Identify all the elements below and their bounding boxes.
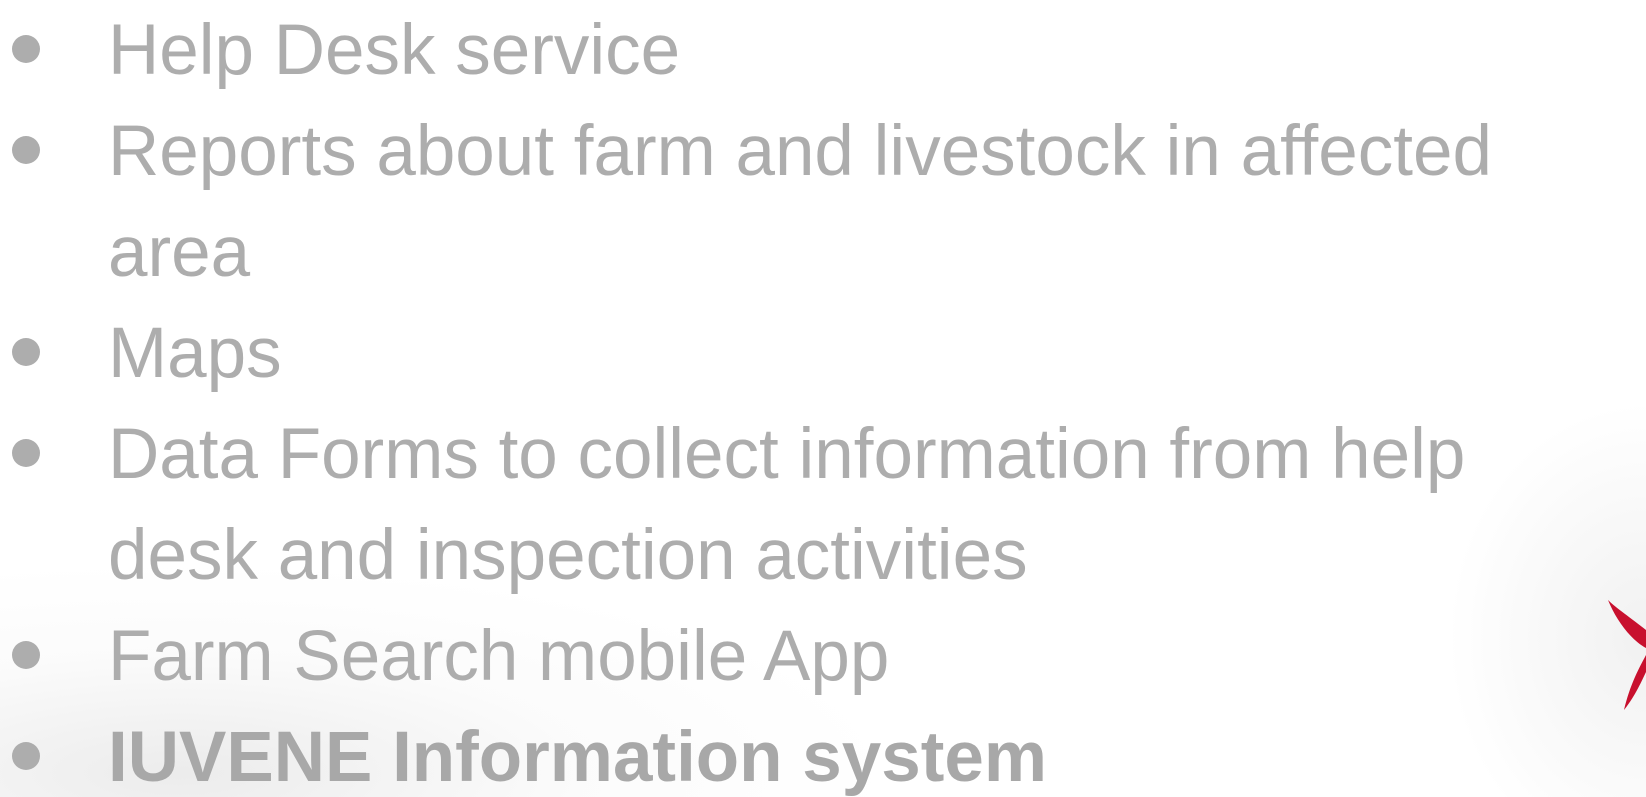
logo-swoosh-icon — [1608, 600, 1646, 710]
bullet-item-maps: Maps — [0, 303, 1646, 404]
bullet-dot-icon — [12, 742, 40, 770]
bullet-item-reports: Reports about farm and livestock in affe… — [0, 101, 1646, 303]
bullet-text: Maps — [108, 314, 282, 393]
bullet-text-continued: desk and inspection activities — [108, 516, 1028, 595]
bullet-dot-icon — [12, 439, 40, 467]
bullet-text: Data Forms to collect information from h… — [108, 415, 1466, 494]
bullet-item-iuvene: IUVENE Information system — [0, 707, 1646, 797]
bullet-item-farm-search: Farm Search mobile App — [0, 606, 1646, 707]
bullet-text: IUVENE Information system — [108, 718, 1047, 797]
bullet-text: Farm Search mobile App — [108, 617, 890, 696]
bullet-dot-icon — [12, 35, 40, 63]
bullet-dot-icon — [12, 338, 40, 366]
bullet-dot-icon — [12, 136, 40, 164]
bullet-dot-icon — [12, 641, 40, 669]
bullet-text-continued: area — [108, 213, 251, 292]
bullet-item-data-forms: Data Forms to collect information from h… — [0, 404, 1646, 606]
bullet-item-help-desk: Help Desk service — [0, 0, 1646, 101]
slide: Help Desk service Reports about farm and… — [0, 0, 1646, 797]
bullet-text: Reports about farm and livestock in affe… — [108, 112, 1492, 191]
bullet-text: Help Desk service — [108, 11, 681, 90]
bullet-list: Help Desk service Reports about farm and… — [0, 0, 1646, 797]
